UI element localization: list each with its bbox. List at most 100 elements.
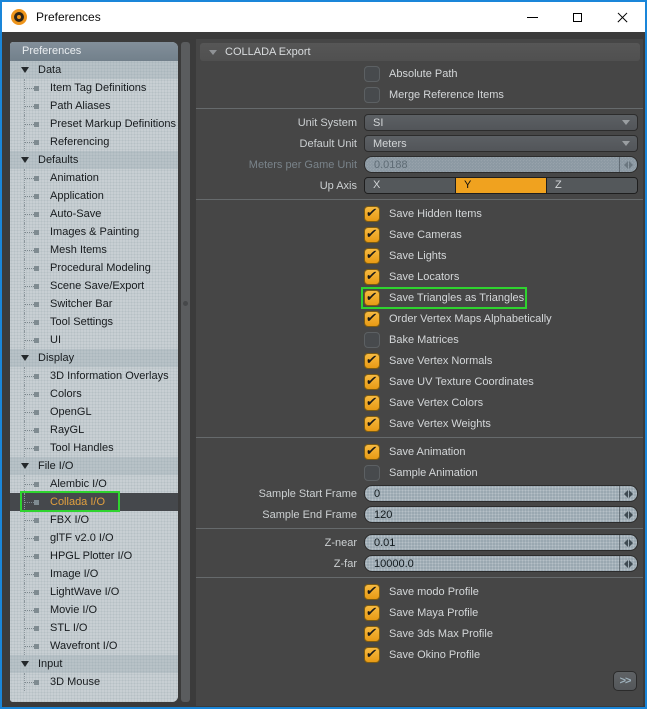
field-label: Unit System [297,116,357,129]
checkbox-save-vertex-weights[interactable] [364,415,380,432]
spinner-left-icon [624,559,628,568]
tree-bullet-icon [34,230,39,235]
tree-item-wavefront-i-o[interactable]: Wavefront I/O [10,637,178,655]
tree-item-fbx-i-o[interactable]: FBX I/O [10,511,178,529]
number-field-z-far[interactable]: 10000.0 [364,555,638,572]
checkbox-save-hidden-items[interactable] [364,205,380,222]
number-field-sample-end-frame[interactable]: 120 [364,506,638,523]
tree-item-label: Image I/O [50,568,99,580]
checkbox-order-vertex-maps-alphabetically[interactable] [364,310,380,327]
segment-option-y[interactable]: Y [456,178,547,193]
tree-item-stl-i-o[interactable]: STL I/O [10,619,178,637]
field-label: Up Axis [319,179,357,192]
tree-item-ui[interactable]: UI [10,331,178,349]
form-row: Sample End Frame 120 [196,504,643,525]
checkbox-label: Save Okino Profile [389,648,481,661]
checkbox-save-okino-profile[interactable] [364,646,380,663]
checkbox-bake-matrices[interactable] [364,331,380,348]
tree-item-label: Collada I/O [50,496,106,508]
tree-category-defaults[interactable]: Defaults [10,151,178,169]
segment-option-x[interactable]: X [365,178,456,193]
tree-item-collada-i-o[interactable]: Collada I/O [10,491,178,512]
tree-category-display[interactable]: Display [10,349,178,367]
spinner-arrows-icon[interactable] [619,535,637,550]
field-label: Z-near [324,536,357,549]
tree-item-tool-settings[interactable]: Tool Settings [10,313,178,331]
field-label: Default Unit [299,137,357,150]
form-row: Save Lights [196,245,643,266]
tree-item-path-aliases[interactable]: Path Aliases [10,97,178,115]
close-button[interactable] [600,2,645,32]
tree-item-3d-mouse[interactable]: 3D Mouse [10,673,178,691]
tree-item-gltf-v2-0-i-o[interactable]: glTF v2.0 I/O [10,529,178,547]
control-cell: Save Okino Profile [364,646,638,663]
checkbox-label: Save Animation [389,445,466,458]
tree-item-animation[interactable]: Animation [10,169,178,187]
tree-category-input[interactable]: Input [10,655,178,673]
number-field-z-near[interactable]: 0.01 [364,534,638,551]
tree-line [24,547,25,565]
checkbox-save-animation[interactable] [364,443,380,460]
tree-item-switcher-bar[interactable]: Switcher Bar [10,295,178,313]
section-divider [196,105,643,112]
tree-item-movie-i-o[interactable]: Movie I/O [10,601,178,619]
spinner-arrows-icon[interactable] [619,507,637,522]
control-cell: Save Locators [364,268,638,285]
tree-item-referencing[interactable]: Referencing [10,133,178,151]
tree-bullet-icon [34,86,39,91]
section-divider [196,525,643,532]
maximize-button[interactable] [555,2,600,32]
checkbox-save-modo-profile[interactable] [364,583,380,600]
tree-item-auto-save[interactable]: Auto-Save [10,205,178,223]
checkbox-save-vertex-colors[interactable] [364,394,380,411]
tree-item-lightwave-i-o[interactable]: LightWave I/O [10,583,178,601]
tree-item-opengl[interactable]: OpenGL [10,403,178,421]
tree-item-label: Preset Markup Definitions [50,118,176,130]
checkbox-save-lights[interactable] [364,247,380,264]
tree-category-data[interactable]: Data [10,61,178,79]
spinner-arrows-icon[interactable] [619,556,637,571]
field-label: Z-far [333,557,357,570]
panel-splitter[interactable] [181,42,190,702]
dropdown-unit-system[interactable]: SI [364,114,638,131]
tree-item-colors[interactable]: Colors [10,385,178,403]
tree-item-mesh-items[interactable]: Mesh Items [10,241,178,259]
checkbox-save-triangles-as-triangles[interactable] [364,289,380,306]
number-field-sample-start-frame[interactable]: 0 [364,485,638,502]
section-header[interactable]: COLLADA Export [200,43,640,61]
minimize-button[interactable] [510,2,555,32]
tree-item-image-i-o[interactable]: Image I/O [10,565,178,583]
dropdown-default-unit[interactable]: Meters [364,135,638,152]
checkbox-absolute-path[interactable] [364,65,380,82]
tree-line [24,223,25,241]
tree-bullet-icon [34,482,39,487]
checkbox-save-3ds-max-profile[interactable] [364,625,380,642]
checkbox-save-locators[interactable] [364,268,380,285]
checkbox-merge-reference-items[interactable] [364,86,380,103]
tree-item-3d-information-overlays[interactable]: 3D Information Overlays [10,367,178,385]
tree-item-tool-handles[interactable]: Tool Handles [10,439,178,457]
checkbox-save-maya-profile[interactable] [364,604,380,621]
tree-item-raygl[interactable]: RayGL [10,421,178,439]
tree-item-preset-markup-definitions[interactable]: Preset Markup Definitions [10,115,178,133]
checkbox-label: Save Vertex Normals [389,354,493,367]
tree-item-application[interactable]: Application [10,187,178,205]
tree-category-file-i-o[interactable]: File I/O [10,457,178,475]
tree-item-alembic-i-o[interactable]: Alembic I/O [10,475,178,493]
spinner-arrows-icon[interactable] [619,486,637,501]
tree-item-label: Alembic I/O [50,478,107,490]
tree-item-hpgl-plotter-i-o[interactable]: HPGL Plotter I/O [10,547,178,565]
segment-option-z[interactable]: Z [547,178,637,193]
tree-item-scene-save-export[interactable]: Scene Save/Export [10,277,178,295]
more-options-button[interactable]: >> [613,671,637,691]
checkbox-sample-animation[interactable] [364,464,380,481]
tree-item-item-tag-definitions[interactable]: Item Tag Definitions [10,79,178,97]
checkbox-save-vertex-normals[interactable] [364,352,380,369]
tree-item-label: glTF v2.0 I/O [50,532,114,544]
form-row: Z-near 0.01 [196,532,643,553]
tree-item-images-painting[interactable]: Images & Painting [10,223,178,241]
checkbox-save-uv-texture-coordinates[interactable] [364,373,380,390]
checkbox-save-cameras[interactable] [364,226,380,243]
tree-bullet-icon [34,266,39,271]
tree-item-procedural-modeling[interactable]: Procedural Modeling [10,259,178,277]
